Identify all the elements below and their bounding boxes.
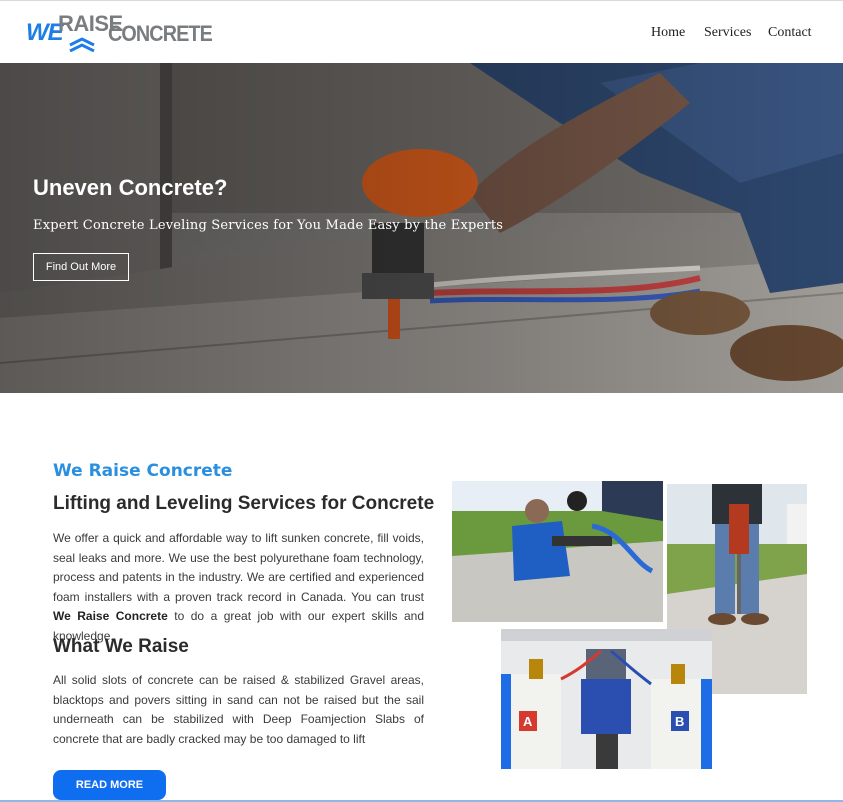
hero-banner: Uneven Concrete? Expert Concrete Levelin… [0,63,843,393]
section-heading: Lifting and Leveling Services for Concre… [53,493,435,514]
what-we-raise-paragraph: All solid slots of concrete can be raise… [53,673,424,746]
nav-services[interactable]: Services [704,25,751,41]
photo-workers-leveling [452,481,663,622]
hero-subtitle: Expert Concrete Leveling Services for Yo… [33,218,504,233]
what-we-raise-heading: What We Raise [53,636,189,657]
barrel-a-label: A [523,714,533,729]
chevron-up-icon [69,37,95,52]
workers-photo-image [452,481,663,622]
equipment-photo-image: A B [501,629,712,769]
brand-logo[interactable]: WE RAISE CONCRETE [26,9,213,55]
hero-title: Uneven Concrete? [33,175,228,200]
about-paragraph-text: We offer a quick and affordable way to l… [53,531,424,604]
about-paragraph-brand: We Raise Concrete [53,609,168,623]
nav-contact[interactable]: Contact [768,25,812,41]
section-kicker: We Raise Concrete [53,461,233,481]
photo-equipment-barrels: A B [501,629,712,769]
logo-concrete: CONCRETE [108,21,213,46]
site-header: WE RAISE CONCRETE Home Services Contact [0,1,843,63]
about-paragraph: We offer a quick and affordable way to l… [53,529,424,646]
nav-home[interactable]: Home [651,25,685,41]
read-more-button[interactable]: READ MORE [53,770,166,800]
barrel-b-label: B [675,714,684,729]
find-out-more-button[interactable]: Find Out More [33,253,129,281]
